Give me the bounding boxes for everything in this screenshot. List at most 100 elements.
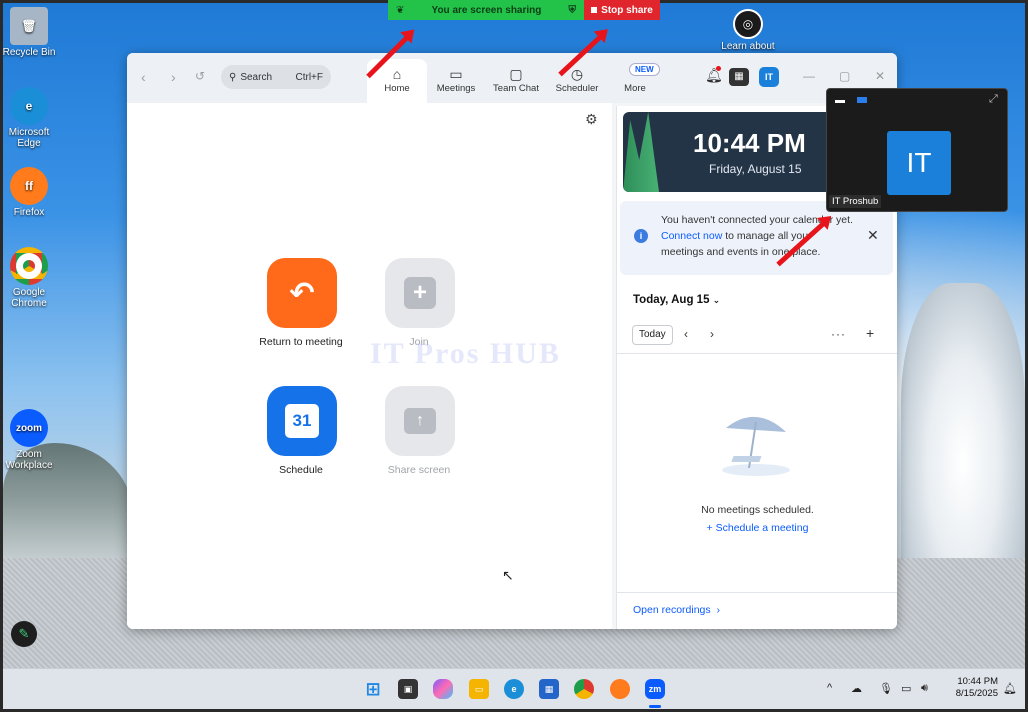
info-icon: i: [634, 229, 648, 243]
return-to-meeting-button[interactable]: ↶: [267, 258, 337, 328]
avatar[interactable]: IT: [759, 67, 779, 87]
network-icon[interactable]: ▭: [901, 682, 911, 695]
tab-label: Meetings: [436, 83, 476, 94]
mouse-cursor-icon: ↖: [502, 567, 514, 583]
close-icon[interactable]: ✕: [875, 69, 885, 83]
edge-icon: e: [10, 87, 48, 125]
edge-icon[interactable]: e: [504, 679, 524, 699]
stop-share-button[interactable]: Stop share: [584, 0, 660, 20]
zoom-icon: zoom: [10, 409, 48, 447]
return-arrow-icon: ↶: [289, 276, 315, 310]
tab-label: More: [624, 83, 646, 94]
today-button[interactable]: Today: [632, 325, 673, 345]
no-meetings-text: No meetings scheduled.: [701, 504, 814, 516]
chat-bubble-icon: ▢: [509, 66, 523, 82]
zoom-titlebar: ‹ › ↺ ⚲ Search Ctrl+F ⌂ Home ▭ Meetings …: [127, 53, 897, 103]
back-icon[interactable]: ‹: [141, 69, 146, 85]
participant-name: IT Proshub: [829, 195, 882, 208]
minimize-icon[interactable]: —: [803, 69, 815, 83]
notification-bell-icon[interactable]: 🔔︎: [1003, 682, 1017, 695]
chevron-right-icon: ›: [713, 604, 720, 616]
join-button[interactable]: +: [385, 258, 455, 328]
schedule-meeting-label: Schedule a meeting: [715, 522, 809, 534]
tab-scheduler[interactable]: ◷ Scheduler: [547, 59, 607, 103]
sharing-status-pill[interactable]: ❦ You are screen sharing ⛨: [388, 0, 584, 20]
copilot-icon[interactable]: [433, 679, 453, 699]
windows-start-icon[interactable]: ⊞: [363, 679, 383, 699]
desktop-icon-label: Microsoft Edge: [8, 127, 50, 149]
share-screen-button[interactable]: ↑: [385, 386, 455, 456]
shield-icon: ⛨: [568, 4, 577, 16]
chevron-left-icon[interactable]: ‹: [684, 327, 688, 341]
participant-avatar: IT: [887, 131, 951, 195]
schedule-button[interactable]: 31: [267, 386, 337, 456]
expand-icon[interactable]: ⤢: [989, 93, 998, 106]
desktop-icon-zoom[interactable]: zoom Zoom Workplace: [3, 409, 57, 471]
tab-label: Scheduler: [555, 83, 599, 94]
whiteboard-icon[interactable]: ▦: [729, 68, 749, 86]
open-recordings-label: Open recordings: [633, 604, 711, 616]
watermark: IT Pros HUB: [370, 337, 561, 370]
search-input[interactable]: ⚲ Search Ctrl+F: [221, 65, 331, 89]
desktop-icon-label: Recycle Bin: [3, 47, 56, 58]
file-explorer-icon[interactable]: ▭: [469, 679, 489, 699]
notification-dot: [716, 66, 721, 71]
desktop-icon-edge[interactable]: e Microsoft Edge: [3, 87, 57, 149]
clock-date: Friday, August 15: [709, 162, 802, 176]
desktop-icon-label: Google Chrome: [11, 287, 47, 309]
open-recordings-link[interactable]: Open recordings ›: [633, 604, 720, 616]
search-icon: ⚲: [229, 71, 237, 83]
tray-time: 10:44 PM: [957, 676, 998, 687]
desktop-icon-recycle-bin[interactable]: 🗑 Recycle Bin: [3, 7, 57, 58]
chevron-right-icon[interactable]: ›: [710, 327, 714, 341]
gear-icon[interactable]: ⚙: [585, 111, 598, 128]
chrome-icon: [10, 247, 48, 285]
screen-share-banner: ❦ You are screen sharing ⛨ Stop share: [388, 0, 660, 20]
zoom-icon[interactable]: zm: [645, 679, 665, 699]
floating-video-panel[interactable]: ▬ ⤢ IT IT Proshub: [826, 88, 1008, 212]
microsoft-store-icon[interactable]: ▦: [539, 679, 559, 699]
return-to-meeting-label: Return to meeting: [259, 336, 343, 348]
add-icon[interactable]: +: [866, 325, 874, 341]
desktop-icon-firefox[interactable]: ff Firefox: [3, 167, 57, 218]
date-header[interactable]: Today, Aug 15 ⌄: [633, 294, 720, 306]
cloud-offline-icon[interactable]: ☁: [851, 682, 862, 695]
clock-time: 10:44 PM: [693, 128, 806, 158]
date-header-label: Today, Aug 15: [633, 294, 710, 306]
speaker-icon[interactable]: 🔊︎: [921, 682, 928, 695]
view-toggle-icon[interactable]: [857, 97, 867, 103]
chevron-up-icon[interactable]: ^: [827, 682, 832, 694]
firefox-icon: ff: [10, 167, 48, 205]
desktop-icon-label: Firefox: [13, 207, 45, 218]
search-label: Search: [240, 71, 273, 83]
connect-now-link[interactable]: Connect now: [661, 230, 722, 242]
minimize-icon[interactable]: ▬: [835, 95, 845, 106]
maximize-icon[interactable]: ▢: [839, 69, 850, 83]
task-view-icon[interactable]: ▣: [398, 679, 418, 699]
active-app-indicator: [649, 705, 661, 708]
firefox-icon[interactable]: [610, 679, 630, 699]
desktop-icon-label: Zoom Workplace: [5, 449, 53, 471]
taskbar: ⊞ ▣ ▭ e ▦ zm ^ ☁ 🎙︎ ▭ 🔊︎ 10:44 PM 8/15/2…: [3, 668, 1025, 709]
stop-icon: [591, 7, 598, 13]
pen-icon[interactable]: ✎: [11, 621, 37, 647]
plus-icon: +: [706, 522, 716, 534]
search-shortcut: Ctrl+F: [295, 71, 324, 83]
beach-umbrella-icon: [722, 416, 790, 476]
desktop-icon-learn-about[interactable]: ◎ Learn about: [720, 9, 776, 52]
more-icon[interactable]: ···: [831, 327, 846, 341]
history-icon[interactable]: ↺: [195, 69, 205, 83]
plant-illustration: [623, 112, 659, 192]
tab-meetings[interactable]: ▭ Meetings: [426, 59, 486, 103]
chrome-icon[interactable]: [574, 679, 594, 699]
close-icon[interactable]: ✕: [867, 227, 879, 243]
desktop-icon-chrome[interactable]: Google Chrome: [3, 247, 57, 309]
forward-icon[interactable]: ›: [171, 69, 176, 85]
clock[interactable]: 10:44 PM 8/15/2025: [948, 676, 998, 700]
share-arrow-up-icon: ↑: [404, 408, 436, 434]
divider: [617, 592, 897, 593]
schedule-meeting-link[interactable]: + Schedule a meeting: [617, 522, 897, 534]
video-camera-icon: ▭: [449, 66, 463, 82]
microphone-icon[interactable]: 🎙︎: [879, 682, 893, 695]
tab-team-chat[interactable]: ▢ Team Chat: [486, 59, 546, 103]
